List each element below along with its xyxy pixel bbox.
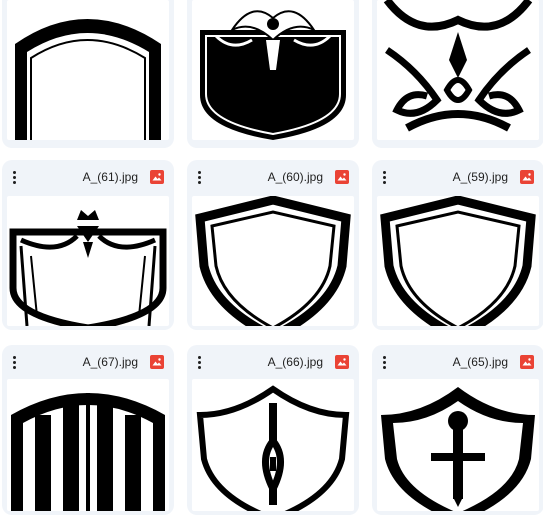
file-card[interactable]: A_(67).jpg [2, 345, 174, 515]
file-thumbnail[interactable] [192, 196, 354, 326]
shield-key-image [196, 385, 350, 511]
shield-tribal-image [377, 0, 539, 140]
file-name: A_(60).jpg [267, 170, 323, 184]
more-options-icon[interactable] [7, 354, 21, 370]
file-card[interactable]: A_(59).jpg [372, 160, 543, 330]
file-card-header: A_(59).jpg [372, 160, 543, 194]
file-name: A_(65).jpg [452, 355, 508, 369]
file-grid: A_(61).jpg A_(60).jpg A_(59).jpg A_(67).… [0, 0, 543, 515]
shield-plain-outline-image [15, 19, 161, 140]
file-card[interactable] [187, 0, 359, 148]
file-thumbnail[interactable] [377, 196, 539, 326]
file-card-header: A_(66).jpg [187, 345, 359, 379]
file-card[interactable]: A_(66).jpg [187, 345, 359, 515]
file-name: A_(66).jpg [267, 355, 323, 369]
file-thumbnail[interactable] [192, 0, 354, 140]
image-file-icon [150, 170, 164, 184]
image-file-icon [150, 355, 164, 369]
file-card[interactable]: A_(65).jpg [372, 345, 543, 515]
more-options-icon[interactable] [192, 169, 206, 185]
image-file-icon [335, 355, 349, 369]
more-options-icon[interactable] [377, 354, 391, 370]
image-file-icon [520, 170, 534, 184]
file-thumbnail[interactable] [7, 0, 169, 140]
file-name: A_(61).jpg [82, 170, 138, 184]
file-card[interactable] [2, 0, 174, 148]
shield-double-outline-image [195, 196, 351, 326]
shield-sword-image [381, 387, 535, 511]
file-name: A_(59).jpg [452, 170, 508, 184]
file-card-header: A_(65).jpg [372, 345, 543, 379]
file-thumbnail[interactable] [377, 0, 539, 140]
more-options-icon[interactable] [7, 169, 21, 185]
file-thumbnail[interactable] [7, 379, 169, 511]
shield-ornate-black-image [200, 10, 346, 140]
file-card[interactable] [372, 0, 543, 148]
file-thumbnail[interactable] [377, 379, 539, 511]
file-card-header: A_(60).jpg [187, 160, 359, 194]
file-thumbnail[interactable] [7, 196, 169, 326]
file-card[interactable]: A_(60).jpg [187, 160, 359, 330]
file-card-header: A_(67).jpg [2, 345, 174, 379]
more-options-icon[interactable] [377, 169, 391, 185]
file-thumbnail[interactable] [192, 379, 354, 511]
image-file-icon [335, 170, 349, 184]
shield-double-outline-image [380, 196, 536, 326]
file-card-header: A_(61).jpg [2, 160, 174, 194]
shield-stripes-image [11, 393, 165, 511]
more-options-icon[interactable] [192, 354, 206, 370]
shield-crown-curtain-image [9, 210, 167, 326]
image-file-icon [520, 355, 534, 369]
file-name: A_(67).jpg [82, 355, 138, 369]
file-card[interactable]: A_(61).jpg [2, 160, 174, 330]
